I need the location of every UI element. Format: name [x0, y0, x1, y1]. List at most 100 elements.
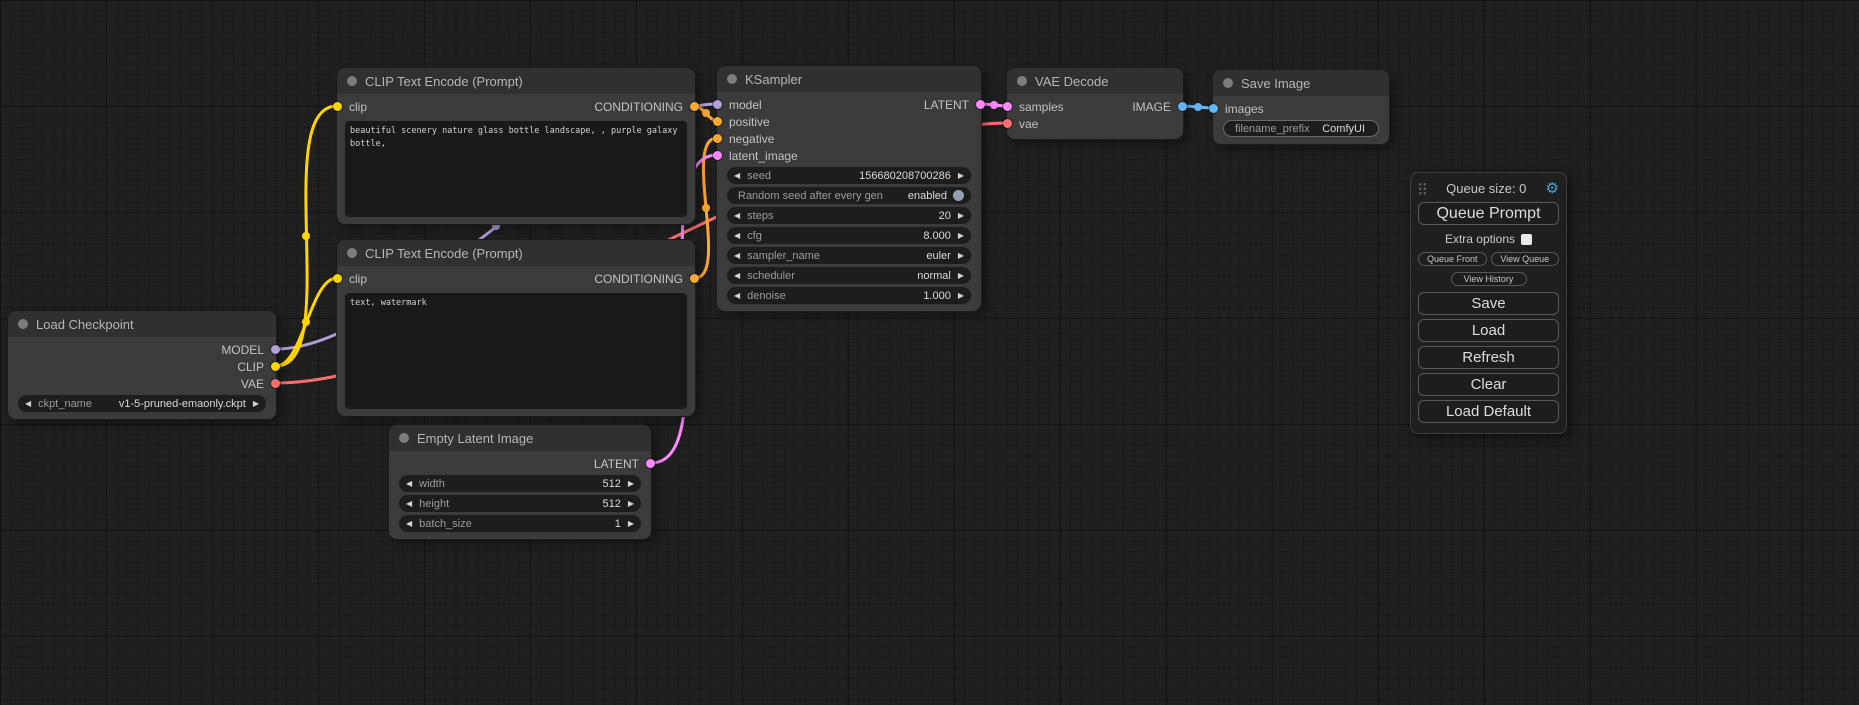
- decrement-arrow-icon[interactable]: ◀: [734, 252, 740, 260]
- clear-button[interactable]: Clear: [1418, 373, 1559, 396]
- decrement-arrow-icon[interactable]: ◀: [734, 212, 740, 220]
- input-slot-model[interactable]: [713, 100, 722, 109]
- slot-row: vae: [1007, 115, 1183, 132]
- node-title-bar[interactable]: Save Image: [1213, 70, 1389, 96]
- decrement-arrow-icon[interactable]: ◀: [406, 500, 412, 508]
- random-seed-toggle-widget[interactable]: Random seed after every gen enabled: [727, 187, 971, 204]
- scheduler-widget[interactable]: ◀ scheduler normal ▶: [727, 267, 971, 284]
- queue-menu-panel[interactable]: Queue size: 0 ⚙ Queue Prompt Extra optio…: [1410, 172, 1567, 434]
- settings-gear-icon[interactable]: ⚙: [1546, 181, 1559, 196]
- node-load-checkpoint[interactable]: Load Checkpoint MODEL CLIP VAE ◀ ckpt_na…: [8, 311, 276, 419]
- node-title-bar[interactable]: VAE Decode: [1007, 68, 1183, 94]
- output-slot-conditioning[interactable]: [690, 102, 699, 111]
- view-queue-button[interactable]: View Queue: [1491, 252, 1560, 266]
- increment-arrow-icon[interactable]: ▶: [628, 500, 634, 508]
- steps-widget[interactable]: ◀ steps 20 ▶: [727, 207, 971, 224]
- widget-label: steps: [747, 210, 773, 222]
- node-title-bar[interactable]: Load Checkpoint: [8, 311, 276, 337]
- cfg-widget[interactable]: ◀ cfg 8.000 ▶: [727, 227, 971, 244]
- view-history-button[interactable]: View History: [1451, 272, 1527, 286]
- collapse-dot-icon[interactable]: [1017, 76, 1027, 86]
- link-midpoint-dot: [990, 101, 998, 109]
- batch-size-widget[interactable]: ◀ batch_size 1 ▶: [399, 515, 641, 532]
- increment-arrow-icon[interactable]: ▶: [958, 272, 964, 280]
- output-slot-clip[interactable]: [271, 362, 280, 371]
- increment-arrow-icon[interactable]: ▶: [958, 252, 964, 260]
- output-slot-latent[interactable]: [976, 100, 985, 109]
- collapse-dot-icon[interactable]: [1223, 78, 1233, 88]
- increment-arrow-icon[interactable]: ▶: [958, 212, 964, 220]
- node-ksampler[interactable]: KSampler model LATENT positive negative …: [717, 66, 981, 311]
- ckpt-name-widget[interactable]: ◀ ckpt_name v1-5-pruned-emaonly.ckpt ▶: [18, 395, 266, 412]
- negative-prompt-textarea[interactable]: text, watermark: [345, 293, 687, 409]
- node-title-bar[interactable]: CLIP Text Encode (Prompt): [337, 240, 695, 266]
- load-button[interactable]: Load: [1418, 319, 1559, 342]
- queue-mini-buttons-row: Queue Front View Queue: [1418, 252, 1559, 266]
- input-slot-images[interactable]: [1209, 104, 1218, 113]
- height-widget[interactable]: ◀ height 512 ▶: [399, 495, 641, 512]
- decrement-arrow-icon[interactable]: ◀: [406, 520, 412, 528]
- filename-prefix-widget[interactable]: filename_prefix ComfyUI: [1223, 120, 1379, 137]
- output-slot-image[interactable]: [1178, 102, 1187, 111]
- node-title-bar[interactable]: Empty Latent Image: [389, 425, 651, 451]
- input-slot-positive[interactable]: [713, 117, 722, 126]
- output-slot-latent[interactable]: [646, 459, 655, 468]
- node-empty-latent-image[interactable]: Empty Latent Image LATENT ◀ width 512 ▶ …: [389, 425, 651, 539]
- increment-arrow-icon[interactable]: ▶: [958, 232, 964, 240]
- refresh-button[interactable]: Refresh: [1418, 346, 1559, 369]
- node-clip-text-encode-positive[interactable]: CLIP Text Encode (Prompt) clip CONDITION…: [337, 68, 695, 224]
- input-slot-negative[interactable]: [713, 134, 722, 143]
- seed-widget[interactable]: ◀ seed 156680208700286 ▶: [727, 167, 971, 184]
- widget-label: width: [419, 478, 445, 490]
- denoise-widget[interactable]: ◀ denoise 1.000 ▶: [727, 287, 971, 304]
- toggle-knob-icon[interactable]: [953, 190, 964, 201]
- input-slot-latent-image[interactable]: [713, 151, 722, 160]
- widget-value: normal: [917, 270, 951, 282]
- decrement-arrow-icon[interactable]: ◀: [734, 172, 740, 180]
- input-slot-samples[interactable]: [1003, 102, 1012, 111]
- decrement-arrow-icon[interactable]: ◀: [406, 480, 412, 488]
- node-title-bar[interactable]: KSampler: [717, 66, 981, 92]
- output-label-conditioning: CONDITIONING: [594, 272, 683, 286]
- collapse-dot-icon[interactable]: [347, 76, 357, 86]
- output-slot-model[interactable]: [271, 345, 280, 354]
- input-slot-clip[interactable]: [333, 102, 342, 111]
- decrement-arrow-icon[interactable]: ◀: [734, 232, 740, 240]
- input-slot-clip[interactable]: [333, 274, 342, 283]
- decrement-arrow-icon[interactable]: ◀: [25, 400, 31, 408]
- collapse-dot-icon[interactable]: [399, 433, 409, 443]
- load-default-button[interactable]: Load Default: [1418, 400, 1559, 423]
- drag-handle-icon[interactable]: [1418, 182, 1427, 195]
- queue-prompt-button[interactable]: Queue Prompt: [1418, 202, 1559, 225]
- input-slot-vae[interactable]: [1003, 119, 1012, 128]
- increment-arrow-icon[interactable]: ▶: [958, 172, 964, 180]
- node-vae-decode[interactable]: VAE Decode samples IMAGE vae: [1007, 68, 1183, 139]
- node-save-image[interactable]: Save Image images filename_prefix ComfyU…: [1213, 70, 1389, 144]
- output-slot-conditioning[interactable]: [690, 274, 699, 283]
- positive-prompt-textarea[interactable]: beautiful scenery nature glass bottle la…: [345, 121, 687, 217]
- link-midpoint-dot: [702, 204, 710, 212]
- queue-front-button[interactable]: Queue Front: [1418, 252, 1487, 266]
- collapse-dot-icon[interactable]: [18, 319, 28, 329]
- widget-label: scheduler: [747, 270, 795, 282]
- extra-options-row: Extra options: [1418, 232, 1559, 246]
- increment-arrow-icon[interactable]: ▶: [958, 292, 964, 300]
- decrement-arrow-icon[interactable]: ◀: [734, 272, 740, 280]
- input-label-clip: clip: [349, 100, 367, 114]
- width-widget[interactable]: ◀ width 512 ▶: [399, 475, 641, 492]
- sampler-name-widget[interactable]: ◀ sampler_name euler ▶: [727, 247, 971, 264]
- save-button[interactable]: Save: [1418, 292, 1559, 315]
- collapse-dot-icon[interactable]: [727, 74, 737, 84]
- output-slot-vae[interactable]: [271, 379, 280, 388]
- node-clip-text-encode-negative[interactable]: CLIP Text Encode (Prompt) clip CONDITION…: [337, 240, 695, 416]
- collapse-dot-icon[interactable]: [347, 248, 357, 258]
- node-title-bar[interactable]: CLIP Text Encode (Prompt): [337, 68, 695, 94]
- increment-arrow-icon[interactable]: ▶: [253, 400, 259, 408]
- increment-arrow-icon[interactable]: ▶: [628, 480, 634, 488]
- increment-arrow-icon[interactable]: ▶: [628, 520, 634, 528]
- decrement-arrow-icon[interactable]: ◀: [734, 292, 740, 300]
- node-graph-canvas[interactable]: Load Checkpoint MODEL CLIP VAE ◀ ckpt_na…: [0, 0, 1859, 705]
- output-label-image: IMAGE: [1132, 100, 1171, 114]
- extra-options-checkbox[interactable]: [1521, 234, 1532, 245]
- widget-value: 156680208700286: [859, 170, 951, 182]
